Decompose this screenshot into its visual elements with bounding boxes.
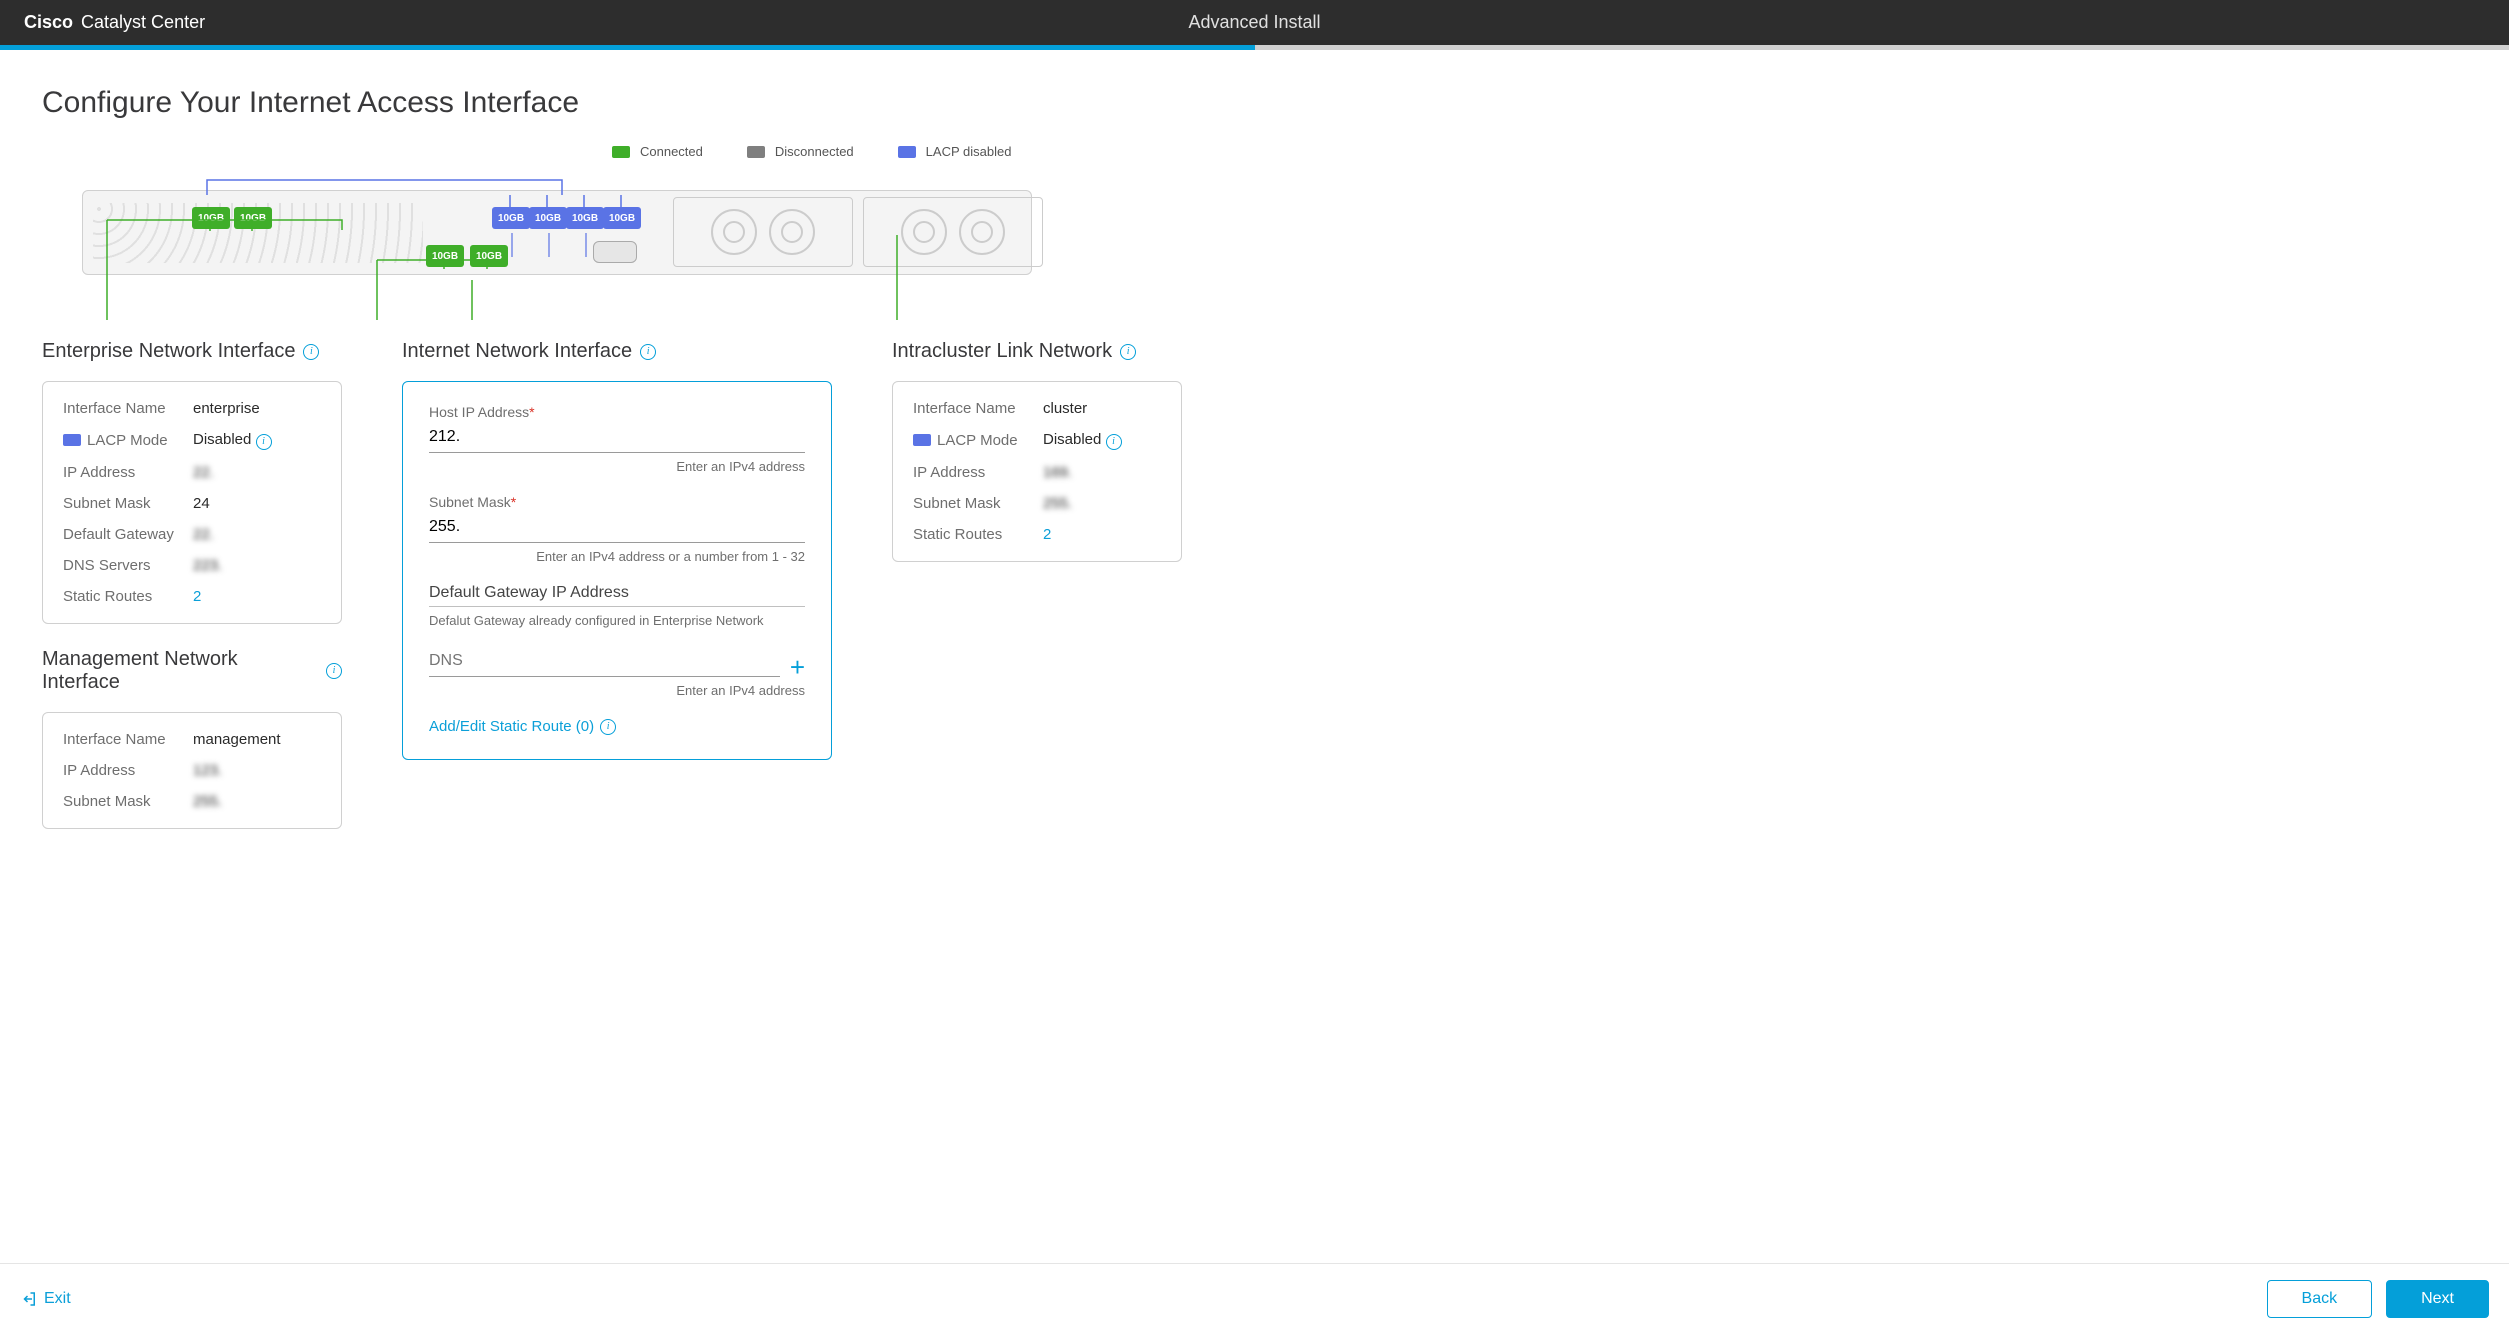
next-button[interactable]: Next — [2386, 1280, 2489, 1318]
add-dns-icon[interactable]: + — [790, 657, 805, 677]
enterprise-static-routes-link[interactable]: 2 — [193, 588, 321, 605]
enterprise-kv: Interface Nameenterprise LACP ModeDisabl… — [63, 400, 321, 605]
psu-1 — [673, 197, 853, 267]
chassis — [82, 190, 1032, 275]
swatch-green-icon — [612, 146, 630, 158]
col-right: Intracluster Link Network i Interface Na… — [892, 340, 1182, 562]
enterprise-title: Enterprise Network Interface i — [42, 340, 342, 363]
host-ip-hint: Enter an IPv4 address — [429, 459, 805, 474]
fan-icon — [901, 209, 947, 255]
port-legend: Connected Disconnected LACP disabled — [612, 144, 2467, 159]
required-asterisk: * — [529, 404, 534, 420]
psu-2 — [863, 197, 1043, 267]
subnet-hint: Enter an IPv4 address or a number from 1… — [429, 549, 805, 564]
lacp-icon — [63, 434, 81, 446]
dns-input[interactable] — [429, 648, 780, 677]
host-ip-input[interactable] — [429, 424, 805, 453]
cluster-static-routes-link[interactable]: 2 — [1043, 526, 1161, 543]
legend-connected: Connected — [612, 144, 703, 159]
info-icon[interactable]: i — [256, 434, 272, 450]
field-subnet: Subnet Mask* Enter an IPv4 address or a … — [429, 494, 805, 564]
port-mgmt-1[interactable]: 10GB — [426, 245, 464, 267]
brand-rest: Catalyst Center — [81, 12, 205, 33]
internet-card: Host IP Address* Enter an IPv4 address S… — [402, 381, 832, 760]
page-title: Configure Your Internet Access Interface — [42, 86, 2467, 120]
fan-icon — [769, 209, 815, 255]
port-cluster-2[interactable]: 10GB — [529, 207, 567, 229]
info-icon[interactable]: i — [640, 344, 656, 360]
col-center: Internet Network Interface i Host IP Add… — [402, 340, 832, 760]
back-button[interactable]: Back — [2267, 1280, 2373, 1318]
gateway-hint: Defalut Gateway already configured in En… — [429, 613, 805, 628]
lacp-icon — [913, 434, 931, 446]
page-body: Configure Your Internet Access Interface… — [0, 50, 2509, 939]
info-icon[interactable]: i — [1106, 434, 1122, 450]
field-dns: + Enter an IPv4 address — [429, 648, 805, 698]
header-title: Advanced Install — [1188, 12, 1320, 33]
swatch-gray-icon — [747, 146, 765, 158]
required-asterisk: * — [511, 494, 516, 510]
add-edit-static-route-link[interactable]: Add/Edit Static Route (0) i — [429, 718, 805, 735]
dns-hint: Enter an IPv4 address — [429, 683, 805, 698]
brand: Cisco Catalyst Center — [24, 12, 205, 33]
cluster-kv: Interface Namecluster LACP ModeDisabled … — [913, 400, 1161, 543]
exit-button[interactable]: Exit — [20, 1290, 71, 1308]
port-enterprise-1[interactable]: 10GB — [192, 207, 230, 229]
swatch-blue-icon — [898, 146, 916, 158]
appliance-illustration: 10GB 10GB 10GB 10GB 10GB 10GB 10GB 10GB — [42, 165, 2467, 320]
port-mgmt-2[interactable]: 10GB — [470, 245, 508, 267]
field-gateway: Default Gateway IP Address Defalut Gatew… — [429, 584, 805, 628]
cluster-card: Interface Namecluster LACP ModeDisabled … — [892, 381, 1182, 562]
management-title: Management Network Interface i — [42, 648, 342, 694]
port-cluster-4[interactable]: 10GB — [603, 207, 641, 229]
info-icon[interactable]: i — [1120, 344, 1136, 360]
internet-title: Internet Network Interface i — [402, 340, 832, 363]
port-cluster-3[interactable]: 10GB — [566, 207, 604, 229]
subnet-input[interactable] — [429, 514, 805, 543]
info-icon[interactable]: i — [600, 719, 616, 735]
info-icon[interactable]: i — [303, 344, 319, 360]
col-left: Enterprise Network Interface i Interface… — [42, 340, 342, 829]
management-kv: Interface Namemanagement IP Address123. … — [63, 731, 321, 810]
fan-icon — [711, 209, 757, 255]
enterprise-card: Interface Nameenterprise LACP ModeDisabl… — [42, 381, 342, 624]
app-header: Cisco Catalyst Center Advanced Install — [0, 0, 2509, 45]
legend-disconnected: Disconnected — [747, 144, 854, 159]
interface-columns: Enterprise Network Interface i Interface… — [42, 340, 2467, 829]
field-host-ip: Host IP Address* Enter an IPv4 address — [429, 404, 805, 474]
management-card: Interface Namemanagement IP Address123. … — [42, 712, 342, 829]
cluster-title: Intracluster Link Network i — [892, 340, 1182, 363]
legend-lacp-disabled: LACP disabled — [898, 144, 1012, 159]
info-icon[interactable]: i — [326, 663, 342, 679]
footer-buttons: Back Next — [2267, 1280, 2489, 1318]
port-enterprise-2[interactable]: 10GB — [234, 207, 272, 229]
fan-icon — [959, 209, 1005, 255]
vga-port-icon — [593, 241, 637, 263]
footer-bar: Exit Back Next — [0, 1263, 2509, 1333]
brand-bold: Cisco — [24, 12, 73, 33]
port-cluster-1[interactable]: 10GB — [492, 207, 530, 229]
exit-icon — [20, 1290, 38, 1308]
